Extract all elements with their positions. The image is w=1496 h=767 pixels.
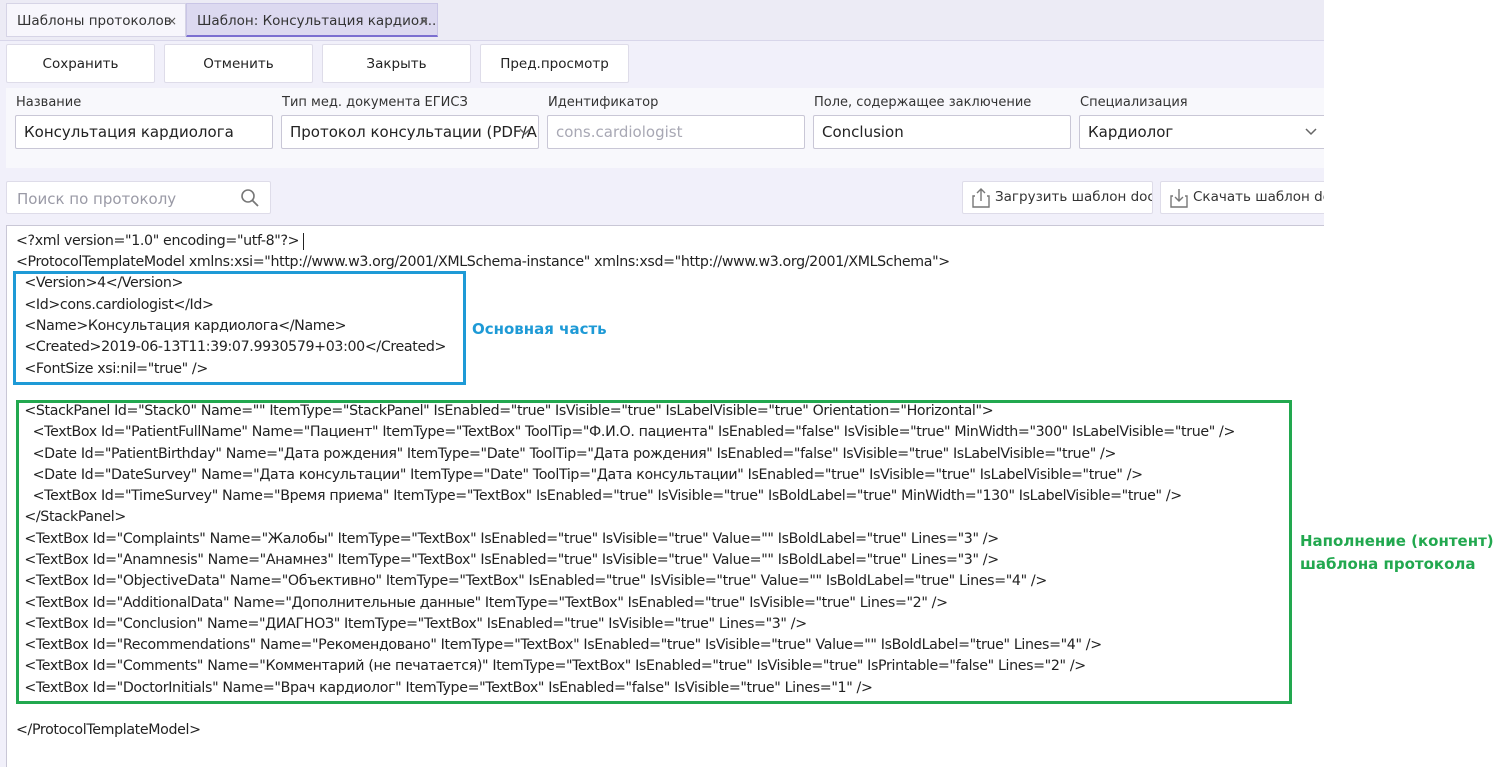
upload-docx-label: Загрузить шаблон docx bbox=[995, 189, 1153, 205]
text-cursor bbox=[303, 233, 304, 250]
chevron-down-icon bbox=[1304, 116, 1318, 148]
xml-line-declaration: <?xml version="1.0" encoding="utf-8"?> bbox=[16, 233, 300, 249]
download-docx-label: Скачать шаблон docx bbox=[1193, 189, 1324, 205]
specialization-label: Специализация bbox=[1080, 95, 1188, 110]
identifier-label: Идентификатор bbox=[548, 95, 659, 110]
content-highlight bbox=[16, 400, 1292, 704]
main-part-highlight bbox=[13, 271, 466, 385]
conclusion-field-label: Поле, содержащее заключение bbox=[814, 95, 1032, 110]
chevron-down-icon bbox=[518, 116, 532, 148]
tab-template-cardiology[interactable]: Шаблон: Консультация кардиол... × bbox=[186, 3, 438, 37]
upload-icon bbox=[972, 188, 990, 208]
tab-label: Шаблоны протоколов bbox=[17, 13, 172, 29]
save-button[interactable]: Сохранить bbox=[6, 44, 155, 83]
tab-protocol-templates[interactable]: Шаблоны протоколов × bbox=[6, 3, 186, 37]
tab-bar: Шаблоны протоколов × Шаблон: Консультаци… bbox=[0, 0, 1324, 41]
cancel-changes-button[interactable]: Отменить изменения bbox=[164, 44, 313, 111]
tab-label: Шаблон: Консультация кардиол... bbox=[197, 13, 438, 29]
search-icon[interactable] bbox=[240, 188, 260, 208]
close-tab-icon[interactable]: × bbox=[167, 4, 177, 36]
content-annotation-line2: шаблона протокола bbox=[1300, 555, 1476, 573]
download-icon bbox=[1170, 189, 1188, 208]
conclusion-field[interactable]: Conclusion bbox=[813, 115, 1071, 149]
name-field[interactable]: Консультация кардиолога bbox=[15, 115, 273, 149]
close-button[interactable]: Закрыть bbox=[322, 44, 471, 83]
doctype-select[interactable]: Протокол консультации (PDF/A bbox=[281, 115, 539, 149]
specialization-select[interactable]: Кардиолог bbox=[1079, 115, 1324, 149]
main-part-annotation: Основная часть bbox=[472, 320, 607, 338]
preview-button[interactable]: Пред.просмотр bbox=[480, 44, 629, 83]
identifier-field[interactable]: cons.cardiologist bbox=[547, 115, 805, 149]
specialization-value: Кардиолог bbox=[1088, 123, 1174, 141]
doctype-label: Тип мед. документа ЕГИСЗ bbox=[282, 95, 468, 110]
xml-line-root-open: <ProtocolTemplateModel xmlns:xsi="http:/… bbox=[16, 254, 950, 270]
upload-docx-button[interactable]: Загрузить шаблон docx bbox=[962, 181, 1153, 214]
search-input[interactable] bbox=[15, 186, 239, 212]
content-annotation: Наполнение (контент) шаблона протокола bbox=[1300, 530, 1494, 576]
close-tab-icon[interactable]: × bbox=[419, 4, 429, 35]
name-label: Название bbox=[16, 95, 82, 110]
doctype-value: Протокол консультации (PDF/A bbox=[290, 123, 537, 141]
xml-line-root-close: </ProtocolTemplateModel> bbox=[16, 722, 201, 738]
protocol-search[interactable] bbox=[6, 181, 271, 214]
download-docx-button[interactable]: Скачать шаблон docx bbox=[1160, 181, 1324, 214]
content-annotation-line1: Наполнение (контент) bbox=[1300, 532, 1494, 550]
